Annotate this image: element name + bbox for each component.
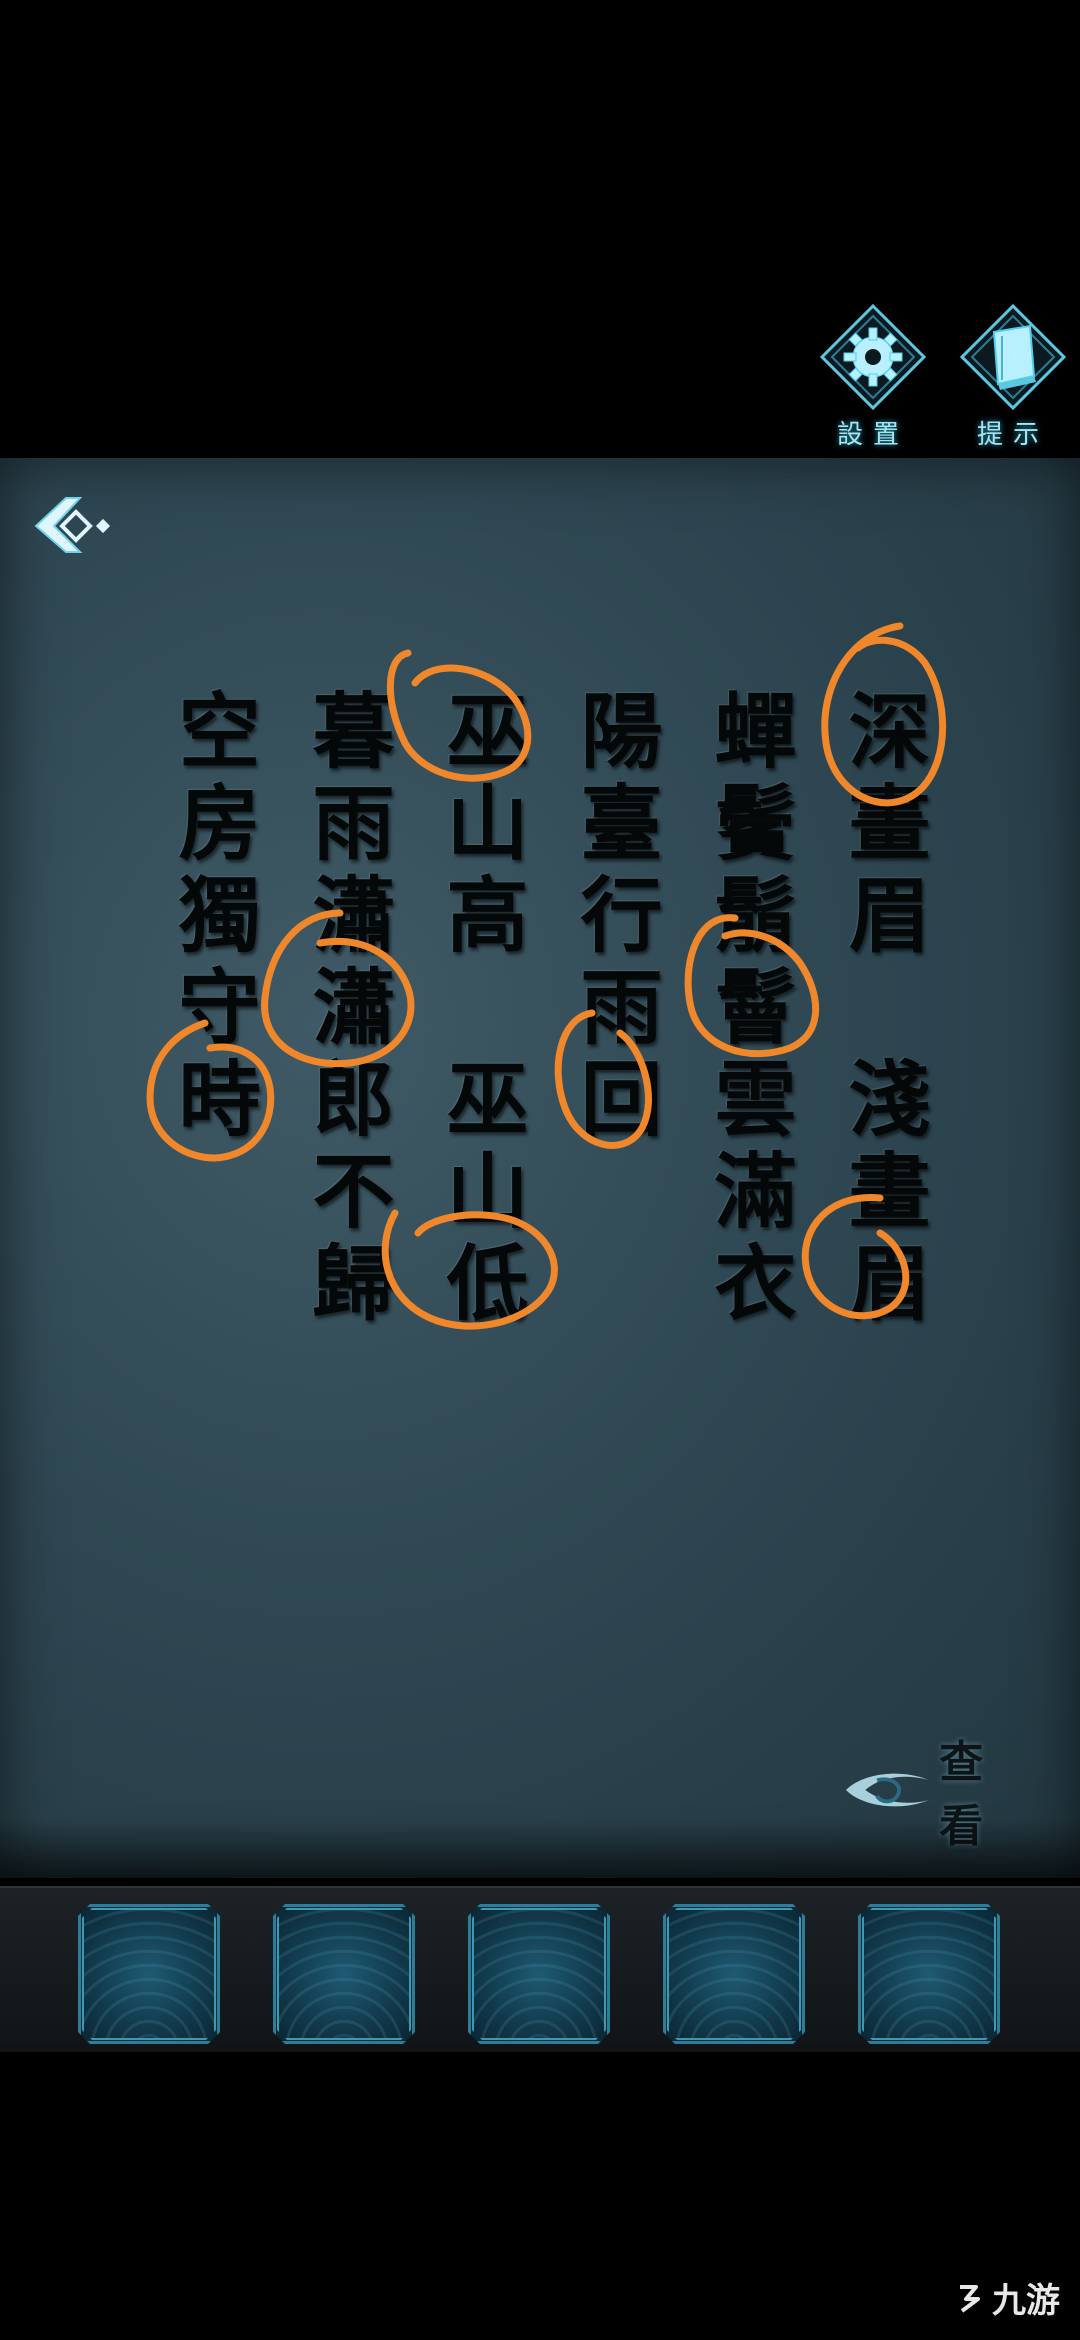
poem-line-6: 空房獨守時 bbox=[164, 688, 260, 1148]
view-label: 查看 bbox=[939, 1737, 994, 1852]
watermark: 九游 bbox=[952, 2273, 1060, 2322]
inventory-slot-4[interactable] bbox=[663, 1904, 805, 2044]
inventory-slot-2[interactable] bbox=[273, 1904, 415, 2044]
watermark-logo-icon bbox=[960, 2284, 980, 2313]
poem-line-3: 陽臺行雨回 bbox=[566, 688, 662, 1148]
poem-line-1: 深畫眉 淺畫眉 bbox=[834, 688, 930, 1332]
back-arrow-icon[interactable] bbox=[32, 490, 122, 560]
poem-line-5: 暮雨瀟瀟郎不歸 bbox=[298, 688, 394, 1332]
settings-label: 設置 bbox=[836, 420, 909, 450]
poem-panel: 深畫眉 淺畫眉 蟬鬢鬅鬙雲滿衣 陽臺行雨回 巫山高 巫山低 暮雨瀟瀟郎不歸 空房… bbox=[0, 458, 1080, 1878]
watermark-text: 九游 bbox=[992, 2281, 1060, 2321]
hint-button[interactable]: 提示 bbox=[958, 302, 1068, 450]
poem-line-4: 巫山高 巫山低 bbox=[432, 688, 528, 1332]
gear-icon bbox=[819, 303, 927, 411]
poem-line-2: 蟬鬢鬅鬙雲滿衣 bbox=[700, 688, 796, 1332]
poem: 深畫眉 淺畫眉 蟬鬢鬅鬙雲滿衣 陽臺行雨回 巫山高 巫山低 暮雨瀟瀟郎不歸 空房… bbox=[130, 688, 930, 1588]
hint-label: 提示 bbox=[976, 420, 1049, 450]
settings-button[interactable]: 設置 bbox=[818, 302, 928, 450]
inventory-slot-5[interactable] bbox=[858, 1904, 1000, 2044]
inventory-slot-3[interactable] bbox=[468, 1904, 610, 2044]
inventory-bar bbox=[0, 1886, 1080, 2052]
eye-icon bbox=[845, 1773, 930, 1807]
view-button[interactable]: 查看 bbox=[844, 1737, 1044, 1852]
book-icon bbox=[959, 303, 1067, 411]
inventory-slot-1[interactable] bbox=[78, 1904, 220, 2044]
